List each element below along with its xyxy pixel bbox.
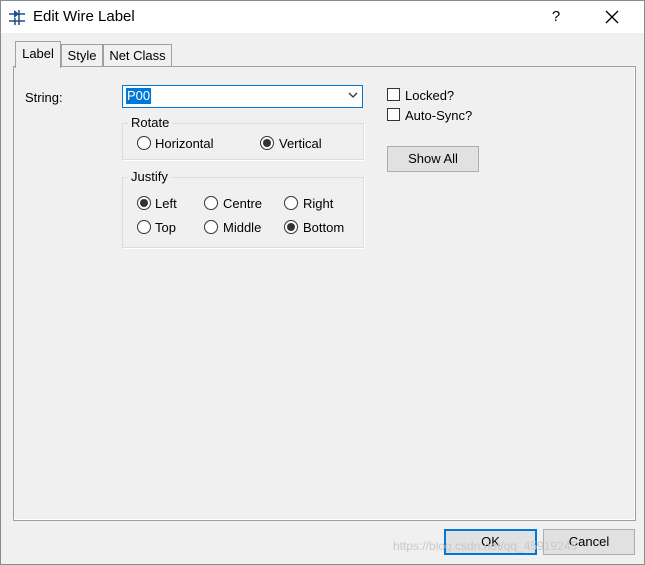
chevron-down-icon[interactable]: [348, 92, 358, 99]
radio-selected-dot: [263, 139, 271, 147]
tab-label[interactable]: Label: [15, 41, 61, 68]
justify-group: [122, 177, 364, 248]
string-combobox[interactable]: P00: [122, 85, 363, 108]
tab-label-text: Label: [22, 46, 54, 61]
tab-style[interactable]: Style: [61, 44, 103, 67]
justify-right-label: Right: [303, 196, 334, 211]
radio-selected-dot: [287, 223, 295, 231]
justify-centre-radio[interactable]: [204, 196, 218, 210]
rotate-vertical-label: Vertical: [279, 136, 322, 151]
justify-top-label: Top: [155, 220, 176, 235]
justify-left-radio[interactable]: [137, 196, 151, 210]
tab-net-class-text: Net Class: [109, 48, 166, 63]
title-bar: Edit Wire Label ?: [1, 1, 644, 33]
diode-wire-icon: [9, 10, 25, 25]
justify-group-title: Justify: [128, 170, 171, 184]
locked-label: Locked?: [405, 88, 455, 103]
show-all-label: Show All: [408, 151, 458, 166]
close-button[interactable]: [597, 4, 627, 30]
locked-checkbox[interactable]: [387, 88, 400, 101]
show-all-button[interactable]: Show All: [387, 146, 479, 172]
string-field-label: String:: [25, 90, 63, 105]
radio-selected-dot: [140, 199, 148, 207]
justify-centre-label: Centre: [223, 196, 263, 211]
justify-left-label: Left: [155, 196, 177, 211]
justify-top-radio[interactable]: [137, 220, 151, 234]
justify-middle-label: Middle: [223, 220, 262, 235]
justify-bottom-label: Bottom: [303, 220, 345, 235]
dialog-title: Edit Wire Label: [33, 8, 135, 25]
string-value[interactable]: P00: [126, 88, 152, 104]
tab-net-class[interactable]: Net Class: [103, 44, 172, 67]
justify-middle-radio[interactable]: [204, 220, 218, 234]
tab-style-text: Style: [67, 48, 97, 63]
rotate-group-title: Rotate: [128, 116, 173, 130]
edit-wire-label-dialog: Edit Wire Label ? Label Style Net Class …: [0, 0, 645, 565]
rotate-vertical-radio[interactable]: [260, 136, 274, 150]
watermark-text: https://blog.csdn.net/qq_45919245: [393, 539, 578, 553]
justify-bottom-radio[interactable]: [284, 220, 298, 234]
help-button[interactable]: ?: [544, 4, 568, 30]
rotate-horizontal-label: Horizontal: [155, 136, 214, 151]
justify-right-radio[interactable]: [284, 196, 298, 210]
auto-sync-label: Auto-Sync?: [405, 108, 473, 123]
rotate-horizontal-radio[interactable]: [137, 136, 151, 150]
auto-sync-checkbox[interactable]: [387, 108, 400, 121]
close-x-icon: [605, 10, 619, 24]
